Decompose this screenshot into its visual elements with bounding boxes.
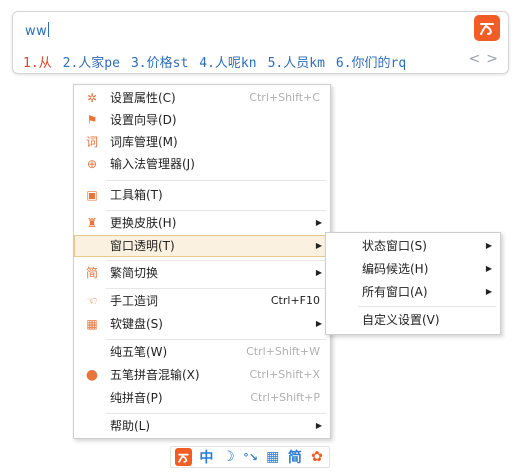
sogou-logo-icon[interactable]: [175, 448, 193, 466]
candidate-1[interactable]: 1.从: [23, 52, 52, 71]
submenu-item-status-window[interactable]: 状态窗口(S) ▶: [326, 235, 500, 257]
menu-item-label: 设置向导(D): [110, 113, 177, 127]
menu-item-dictionary[interactable]: 词 词库管理(M): [74, 131, 330, 153]
submenu-item-custom[interactable]: 自定义设置(V): [326, 309, 500, 331]
menu-separator: [106, 260, 326, 261]
menu-item-window-transparency[interactable]: 窗口透明(T) ▶: [74, 235, 330, 257]
menu-item-shortcut: Ctrl+F10: [270, 294, 320, 307]
keyboard-icon: ▦: [86, 317, 98, 331]
menu-item-label: 状态窗口(S): [362, 239, 427, 253]
submenu-arrow-icon: ▶: [485, 241, 492, 250]
menu-item-label: 五笔拼音混输(X): [110, 368, 200, 382]
shirt-icon: ♜: [86, 216, 98, 230]
candidate-pager: < >: [463, 51, 498, 67]
sogou-logo-icon[interactable]: [474, 15, 500, 41]
menu-item-skin[interactable]: ♜ 更换皮肤(H) ▶: [74, 212, 330, 234]
menu-item-shortcut: Ctrl+Shift+W: [246, 345, 320, 358]
menu-item-label: 繁简切换: [110, 266, 159, 280]
candidate-5[interactable]: 5.人员km: [268, 52, 325, 71]
menu-item-ime-manager[interactable]: ⊕ 输入法管理器(J): [74, 153, 330, 175]
hand-icon: ☜: [86, 294, 98, 308]
keyboard-icon[interactable]: ▦: [263, 448, 283, 466]
menu-separator: [106, 180, 326, 181]
dictionary-icon: 词: [85, 135, 98, 149]
candidate-list: 1.从 2.人家pe 3.价格st 4.人呢kn 5.人员km 6.你们的rq: [23, 52, 417, 71]
menu-item-label: 所有窗口(A): [362, 285, 428, 299]
menu-item-label: 工具箱(T): [110, 188, 163, 202]
candidate-6[interactable]: 6.你们的rq: [336, 52, 406, 71]
prev-page-icon[interactable]: <: [469, 51, 481, 67]
menu-item-label: 词库管理(M): [110, 135, 178, 149]
submenu-item-all-windows[interactable]: 所有窗口(A) ▶: [326, 281, 500, 303]
menu-item-shortcut: Ctrl+Shift+C: [249, 91, 320, 104]
menu-item-label: 设置属性(C): [110, 91, 176, 105]
menu-item-label: 自定义设置(V): [362, 313, 440, 327]
menu-item-manual-word[interactable]: ☜ 手工造词 Ctrl+F10: [74, 290, 330, 312]
menu-separator: [106, 210, 326, 211]
menu-item-label: 更换皮肤(H): [110, 216, 177, 230]
submenu-arrow-icon: ▶: [315, 218, 322, 227]
candidate-3[interactable]: 3.价格st: [131, 52, 188, 71]
submenu-arrow-icon: ▶: [485, 264, 492, 273]
menu-item-label: 软键盘(S): [110, 317, 163, 331]
settings-gear-icon[interactable]: ✿: [307, 448, 327, 466]
submenu-arrow-icon: ▶: [315, 241, 322, 250]
menu-separator: [106, 339, 326, 340]
submenu-arrow-icon: ▶: [485, 287, 492, 296]
manager-icon: ⊕: [86, 157, 98, 171]
next-page-icon[interactable]: >: [486, 51, 498, 67]
chinese-mode-icon[interactable]: 中: [196, 448, 216, 466]
menu-item-label: 输入法管理器(J): [110, 157, 195, 171]
traditional-simplified-icon: 简: [85, 266, 98, 280]
menu-item-label: 窗口透明(T): [110, 239, 175, 253]
menu-item-shortcut: Ctrl+Shift+X: [249, 368, 320, 381]
submenu-item-candidate[interactable]: 编码候选(H) ▶: [326, 258, 500, 280]
composition-text: ww: [25, 22, 50, 39]
bullet-icon: ●: [85, 367, 99, 383]
punctuation-moon-icon[interactable]: ☽: [218, 448, 238, 466]
menu-separator: [106, 288, 326, 289]
full-half-width-icon[interactable]: °↘: [241, 448, 261, 466]
menu-separator: [106, 413, 326, 414]
menu-item-trad-simp[interactable]: 简 繁简切换 ▶: [74, 262, 330, 284]
menu-item-label: 纯五笔(W): [110, 345, 168, 359]
transparency-submenu: 状态窗口(S) ▶ 编码候选(H) ▶ 所有窗口(A) ▶ 自定义设置(V): [325, 232, 501, 335]
context-menu: ✲ 设置属性(C) Ctrl+Shift+C ⚑ 设置向导(D) 词 词库管理(…: [73, 84, 331, 439]
menu-item-pure-wubi[interactable]: 纯五笔(W) Ctrl+Shift+W: [74, 341, 330, 363]
simplified-icon[interactable]: 简: [285, 448, 305, 466]
text-caret: [48, 22, 50, 37]
menu-item-label: 帮助(L): [110, 419, 151, 433]
submenu-arrow-icon: ▶: [315, 268, 322, 277]
menu-item-label: 手工造词: [110, 294, 159, 308]
candidate-window: ww 1.从 2.人家pe 3.价格st 4.人呢kn 5.人员km 6.你们的…: [12, 11, 509, 74]
toolbox-icon: ▣: [86, 188, 98, 202]
menu-item-toolbox[interactable]: ▣ 工具箱(T): [74, 184, 330, 206]
menu-item-soft-keyboard[interactable]: ▦ 软键盘(S) ▶: [74, 313, 330, 335]
menu-item-label: 编码候选(H): [362, 262, 429, 276]
submenu-arrow-icon: ▶: [315, 421, 322, 430]
menu-item-wubi-pinyin-mix[interactable]: ● 五笔拼音混输(X) Ctrl+Shift+X: [74, 364, 330, 386]
ime-status-bar: 中 ☽ °↘ ▦ 简 ✿: [170, 446, 330, 468]
menu-item-shortcut: Ctrl+Shift+P: [250, 391, 320, 404]
candidate-2[interactable]: 2.人家pe: [63, 52, 120, 71]
menu-item-label: 纯拼音(P): [110, 391, 163, 405]
menu-item-settings[interactable]: ✲ 设置属性(C) Ctrl+Shift+C: [74, 87, 330, 109]
menu-item-help[interactable]: 帮助(L) ▶: [74, 415, 330, 437]
menu-item-pure-pinyin[interactable]: 纯拼音(P) Ctrl+Shift+P: [74, 387, 330, 409]
candidate-4[interactable]: 4.人呢kn: [199, 52, 256, 71]
menu-separator: [358, 306, 496, 307]
gear-icon: ✲: [86, 91, 98, 105]
flag-icon: ⚑: [86, 113, 98, 127]
submenu-arrow-icon: ▶: [315, 319, 322, 328]
menu-item-wizard[interactable]: ⚑ 设置向导(D): [74, 109, 330, 131]
